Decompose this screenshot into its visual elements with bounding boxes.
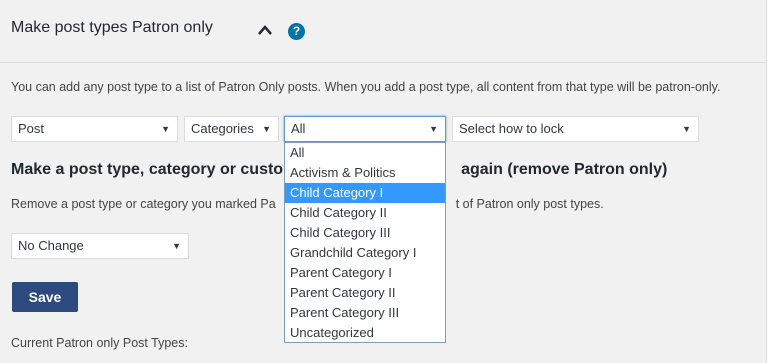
scroll-edge [766, 0, 773, 363]
dropdown-option[interactable]: Activism & Politics [285, 163, 445, 183]
dropdown-option[interactable]: All [285, 143, 445, 163]
dropdown-option[interactable]: Child Category II [285, 203, 445, 223]
dropdown-arrow-icon: ▼ [682, 124, 691, 134]
taxonomy-value: Categories [191, 121, 254, 136]
dropdown-option-selected[interactable]: Child Category I [285, 183, 445, 203]
dropdown-option[interactable]: Parent Category I [285, 263, 445, 283]
dropdown-option[interactable]: Uncategorized [285, 323, 445, 343]
remove-text-start: Remove a post type or category you marke… [11, 197, 276, 211]
remove-select-value: No Change [18, 238, 84, 253]
dropdown-arrow-icon: ▼ [161, 124, 170, 134]
remove-text-end: t of Patron only post types. [455, 197, 604, 211]
collapse-caret-icon[interactable] [257, 24, 273, 36]
intro-text: You can add any post type to a list of P… [11, 80, 721, 94]
term-value: All [291, 121, 306, 136]
save-button[interactable]: Save [12, 282, 78, 312]
dropdown-option[interactable]: Child Category III [285, 223, 445, 243]
term-dropdown-list: All Activism & Politics Child Category I… [284, 142, 446, 343]
dropdown-arrow-icon: ▼ [262, 124, 271, 134]
dropdown-arrow-icon: ▼ [429, 124, 438, 134]
dropdown-option[interactable]: Parent Category III [285, 303, 445, 323]
panel-title: Make post types Patron only [11, 19, 213, 36]
help-icon[interactable]: ? [288, 23, 305, 40]
panel-header: Make post types Patron only ? [0, 0, 766, 63]
dropdown-option[interactable]: Parent Category II [285, 283, 445, 303]
term-select[interactable]: All ▼ [284, 116, 446, 142]
post-type-value: Post [18, 121, 45, 136]
lock-method-value: Select how to lock [459, 121, 564, 136]
post-type-select[interactable]: Post ▼ [11, 116, 178, 142]
dropdown-arrow-icon: ▼ [172, 241, 181, 251]
remove-select[interactable]: No Change ▼ [11, 233, 189, 259]
current-patron-types-label: Current Patron only Post Types: [11, 336, 188, 350]
heading-end: again (remove Patron only) [461, 161, 668, 178]
heading-start: Make a post type, category or custo [11, 161, 284, 178]
dropdown-option[interactable]: Grandchild Category I [285, 243, 445, 263]
lock-method-select[interactable]: Select how to lock ▼ [452, 116, 699, 142]
taxonomy-select[interactable]: Categories ▼ [184, 116, 279, 142]
